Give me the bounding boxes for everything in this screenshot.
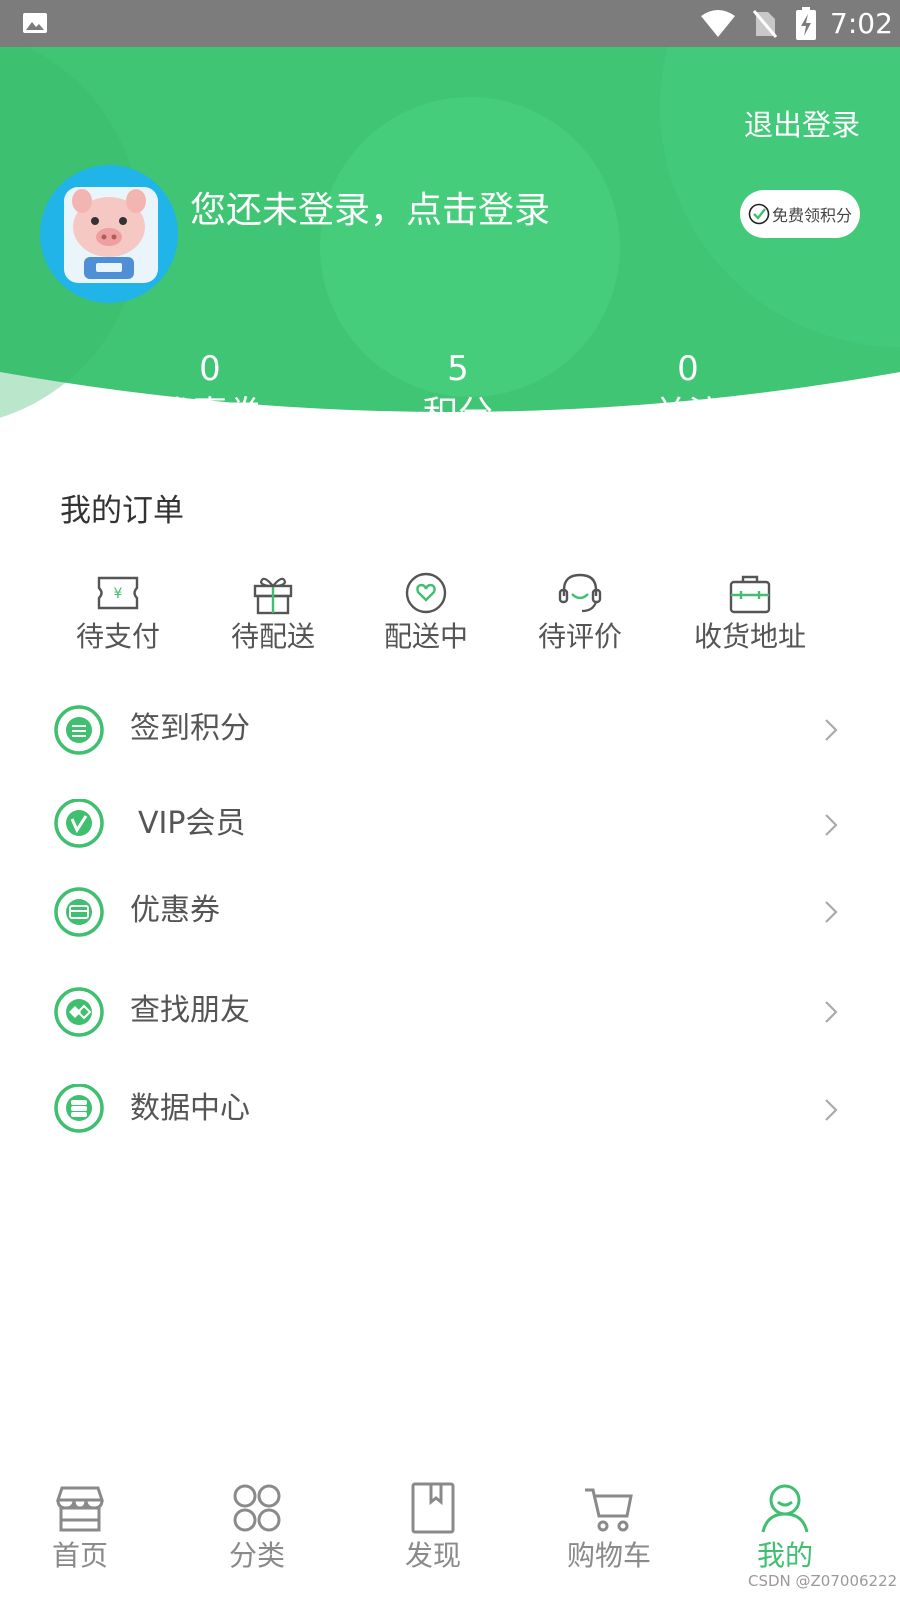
gift-icon [253,577,293,615]
menu-row-data-center[interactable]: 数据中心 [0,1070,900,1150]
chevron-right-icon [825,1001,838,1023]
profile-header: 退出登录 您还未登录，点击登录 免费领积分 0 优惠券 5 积分 0 关注 [0,47,900,447]
stat-following[interactable]: 0 关注 [608,347,768,439]
order-label: 收货地址 [693,620,806,653]
free-points-label: 免费领积分 [771,206,852,225]
my-orders-title: 我的订单 [60,493,184,529]
nav-discover[interactable]: 发现 [358,1480,508,1574]
menu-row-label: 查找朋友 [130,993,250,1028]
nav-label: 分类 [228,1539,285,1572]
order-label: 待支付 [75,620,160,653]
menu-row-label: VIP会员 [138,806,246,841]
stat-value: 5 [447,349,469,389]
nav-label: 发现 [404,1539,461,1572]
order-label: 待评价 [537,620,622,653]
menu-row-checkin-points[interactable]: 签到积分 [0,690,900,770]
menu-row-find-friends[interactable]: 查找朋友 [0,972,900,1052]
menu-row-coupons[interactable]: 优惠券 [0,872,900,952]
order-shipping-address[interactable]: 收货地址 [670,570,830,656]
stat-points[interactable]: 5 积分 [378,347,538,439]
order-pending-payment[interactable]: ¥ 待支付 [38,570,198,656]
headset-icon [558,573,602,613]
menu-row-label: 签到积分 [130,711,250,746]
watermark: CSDN @Z07006222 [748,1572,898,1590]
stat-label: 关注 [652,395,723,435]
bookmark-book-icon [411,1482,455,1534]
profile-icon [761,1484,809,1533]
logout-button[interactable]: 退出登录 [744,105,860,145]
order-pending-delivery[interactable]: 待配送 [193,570,353,656]
image-icon [23,13,47,33]
category-grid-icon [233,1484,281,1532]
check-circle-icon [748,203,770,225]
stat-value: 0 [199,349,221,389]
yen-ticket-icon: ¥ [97,576,139,610]
order-label: 待配送 [230,620,315,653]
order-label: 配送中 [383,620,468,653]
no-sim-icon [752,10,778,38]
chevron-right-icon [825,1099,838,1121]
status-bar: 7:02 [0,0,900,47]
status-time: 7:02 [830,7,893,40]
briefcase-icon [729,575,771,614]
heart-circle-icon [405,572,447,614]
login-prompt-link[interactable]: 您还未登录，点击登录 [190,187,550,235]
chevron-right-icon [825,814,838,836]
chevron-right-icon [825,719,838,741]
stat-label: 优惠券 [157,395,263,435]
app-screen: 7:02 退出登录 您还未登录，点击登录 免费领积分 0 优惠券 5 积分 0 … [0,0,900,1600]
nav-label: 我的 [756,1539,813,1572]
menu-row-label: 优惠券 [130,893,220,928]
nav-label: 首页 [51,1539,108,1572]
battery-charging-icon [796,7,816,40]
cart-icon [585,1488,633,1532]
vimeo-v-icon [54,799,104,848]
nav-mine[interactable]: 我的 [710,1480,860,1574]
menu-row-vip[interactable]: VIP会员 [0,785,900,865]
chevron-right-icon [825,901,838,923]
coin-stack-icon [54,705,104,755]
avatar[interactable] [40,165,178,303]
nav-label: 购物车 [566,1539,651,1572]
wifi-icon [701,10,735,37]
order-delivering[interactable]: 配送中 [346,570,506,656]
store-icon [55,1486,105,1532]
card-icon [54,887,104,937]
menu-row-label: 数据中心 [130,1091,250,1126]
nav-category[interactable]: 分类 [182,1480,332,1574]
stat-coupons[interactable]: 0 优惠券 [130,347,290,439]
stat-label: 积分 [422,395,493,435]
svg-text:¥: ¥ [114,586,123,602]
stat-value: 0 [677,349,699,389]
database-icon [54,1084,104,1133]
diamond-eye-icon [54,987,104,1037]
pig-avatar-icon [40,165,178,303]
nav-cart[interactable]: 购物车 [534,1480,684,1574]
nav-home[interactable]: 首页 [5,1480,155,1574]
free-points-button[interactable]: 免费领积分 [740,190,860,238]
order-pending-review[interactable]: 待评价 [500,570,660,656]
